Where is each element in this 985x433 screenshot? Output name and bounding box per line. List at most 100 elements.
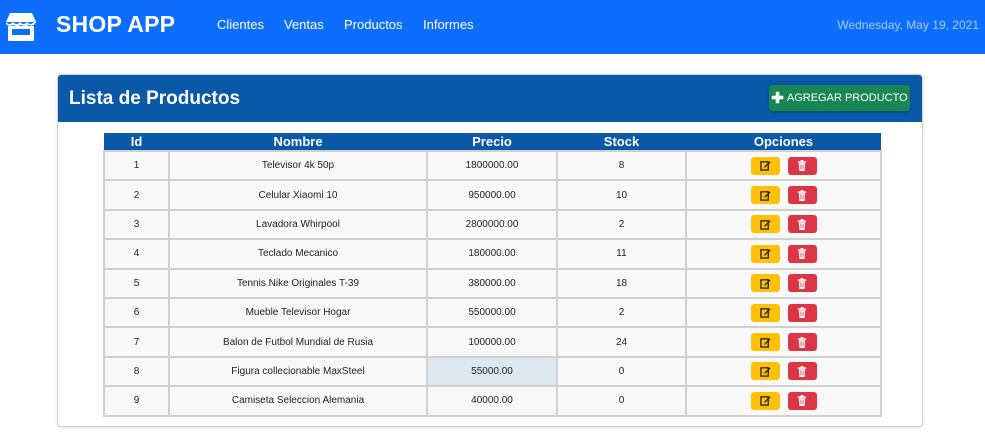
trash-icon bbox=[797, 336, 807, 348]
nav-link-ventas[interactable]: Ventas bbox=[284, 17, 324, 32]
cell-precio: 1800000.00 bbox=[426, 149, 558, 182]
edit-icon bbox=[759, 307, 771, 318]
table-row: 9 Camiseta Seleccion Alemania 40000.00 0 bbox=[103, 385, 882, 417]
cell-id: 4 bbox=[103, 238, 170, 270]
row-actions bbox=[750, 391, 817, 410]
cell-stock: 10 bbox=[556, 179, 687, 211]
nav-link-productos[interactable]: Productos bbox=[344, 17, 403, 32]
delete-button[interactable] bbox=[787, 303, 817, 322]
cell-opciones bbox=[685, 296, 882, 329]
cell-stock: 2 bbox=[556, 208, 687, 241]
edit-icon bbox=[759, 160, 771, 171]
cell-precio: 100000.00 bbox=[426, 326, 558, 358]
edit-button[interactable] bbox=[750, 362, 780, 381]
current-date: Wednesday, May 19, 2021 bbox=[837, 18, 979, 32]
page-title: Lista de Productos bbox=[69, 88, 241, 109]
cell-opciones bbox=[685, 179, 882, 211]
cell-stock: 11 bbox=[556, 238, 687, 270]
row-actions bbox=[750, 274, 817, 293]
edit-button[interactable] bbox=[750, 244, 780, 263]
delete-button[interactable] bbox=[787, 391, 817, 410]
trash-icon bbox=[797, 277, 807, 289]
edit-icon bbox=[759, 337, 771, 348]
table-row: 6 Mueble Televisor Hogar 550000.00 2 bbox=[103, 296, 882, 329]
row-actions bbox=[750, 156, 817, 175]
column-header-precio: Precio bbox=[427, 133, 557, 151]
column-header-opciones: Opciones bbox=[686, 133, 881, 151]
cell-stock: 18 bbox=[556, 267, 687, 299]
cell-opciones bbox=[685, 238, 882, 270]
trash-icon bbox=[797, 248, 807, 260]
delete-button[interactable] bbox=[787, 156, 817, 175]
cell-nombre: Tennis Nike Originales T-39 bbox=[168, 267, 428, 299]
products-card: Lista de Productos ✚ AGREGAR PRODUCTO Id… bbox=[57, 74, 923, 427]
column-header-id: Id bbox=[104, 133, 169, 151]
cell-opciones bbox=[685, 208, 882, 241]
edit-button[interactable] bbox=[750, 215, 780, 234]
cell-precio: 380000.00 bbox=[426, 267, 558, 299]
cell-id: 8 bbox=[103, 355, 170, 388]
add-product-button[interactable]: ✚ AGREGAR PRODUCTO bbox=[769, 85, 910, 111]
cell-nombre: Televisor 4k 50p bbox=[168, 149, 428, 182]
row-actions bbox=[750, 244, 817, 263]
products-table: Id Nombre Precio Stock Opciones 1 Televis… bbox=[103, 133, 882, 417]
edit-button[interactable] bbox=[750, 186, 780, 205]
column-header-nombre: Nombre bbox=[169, 133, 427, 151]
row-actions bbox=[750, 362, 817, 381]
trash-icon bbox=[797, 189, 807, 201]
app-brand[interactable]: SHOP APP bbox=[56, 11, 175, 38]
cell-id: 5 bbox=[103, 267, 170, 299]
cell-precio: 180000.00 bbox=[426, 238, 558, 270]
cell-opciones bbox=[685, 267, 882, 299]
cell-stock: 0 bbox=[556, 355, 687, 388]
cell-opciones bbox=[685, 326, 882, 358]
cell-precio: 950000.00 bbox=[426, 179, 558, 211]
delete-button[interactable] bbox=[787, 215, 817, 234]
cell-id: 2 bbox=[103, 179, 170, 211]
column-header-stock: Stock bbox=[557, 133, 686, 151]
delete-button[interactable] bbox=[787, 244, 817, 263]
plus-icon: ✚ bbox=[771, 89, 784, 107]
row-actions bbox=[750, 333, 817, 352]
edit-button[interactable] bbox=[750, 391, 780, 410]
table-row: 5 Tennis Nike Originales T-39 380000.00 18 bbox=[103, 267, 882, 299]
delete-button[interactable] bbox=[787, 362, 817, 381]
row-actions bbox=[750, 303, 817, 322]
cell-stock: 24 bbox=[556, 326, 687, 358]
cell-stock: 2 bbox=[556, 296, 687, 329]
edit-icon bbox=[759, 278, 771, 289]
edit-button[interactable] bbox=[750, 303, 780, 322]
row-actions bbox=[750, 215, 817, 234]
cell-nombre: Celular Xiaomi 10 bbox=[168, 179, 428, 211]
nav-link-clientes[interactable]: Clientes bbox=[217, 17, 264, 32]
card-header: Lista de Productos ✚ AGREGAR PRODUCTO bbox=[58, 75, 922, 122]
delete-button[interactable] bbox=[787, 186, 817, 205]
cell-id: 1 bbox=[103, 149, 170, 182]
edit-button[interactable] bbox=[750, 333, 780, 352]
trash-icon bbox=[797, 307, 807, 319]
delete-button[interactable] bbox=[787, 333, 817, 352]
table-header-row: Id Nombre Precio Stock Opciones bbox=[104, 133, 881, 151]
cell-precio: 40000.00 bbox=[426, 385, 558, 417]
cell-id: 9 bbox=[103, 385, 170, 417]
cell-opciones bbox=[685, 385, 882, 417]
row-actions bbox=[750, 186, 817, 205]
table-row: 4 Teclado Mecanico 180000.00 11 bbox=[103, 238, 882, 270]
edit-button[interactable] bbox=[750, 274, 780, 293]
cell-precio: 550000.00 bbox=[426, 296, 558, 329]
cell-stock: 0 bbox=[556, 385, 687, 417]
cell-stock: 8 bbox=[556, 149, 687, 182]
table-row: 1 Televisor 4k 50p 1800000.00 8 bbox=[103, 149, 882, 182]
add-product-label: AGREGAR PRODUCTO bbox=[786, 92, 908, 104]
trash-icon bbox=[797, 395, 807, 407]
delete-button[interactable] bbox=[787, 274, 817, 293]
edit-icon bbox=[759, 219, 771, 230]
cell-nombre: Balon de Futbol Mundial de Rusia bbox=[168, 326, 428, 358]
cell-opciones bbox=[685, 149, 882, 182]
cell-id: 3 bbox=[103, 208, 170, 241]
nav-link-informes[interactable]: Informes bbox=[423, 17, 474, 32]
trash-icon bbox=[797, 160, 807, 172]
cell-opciones bbox=[685, 355, 882, 388]
edit-button[interactable] bbox=[750, 156, 780, 175]
cell-nombre: Figura collecionable MaxSteel bbox=[168, 355, 428, 388]
